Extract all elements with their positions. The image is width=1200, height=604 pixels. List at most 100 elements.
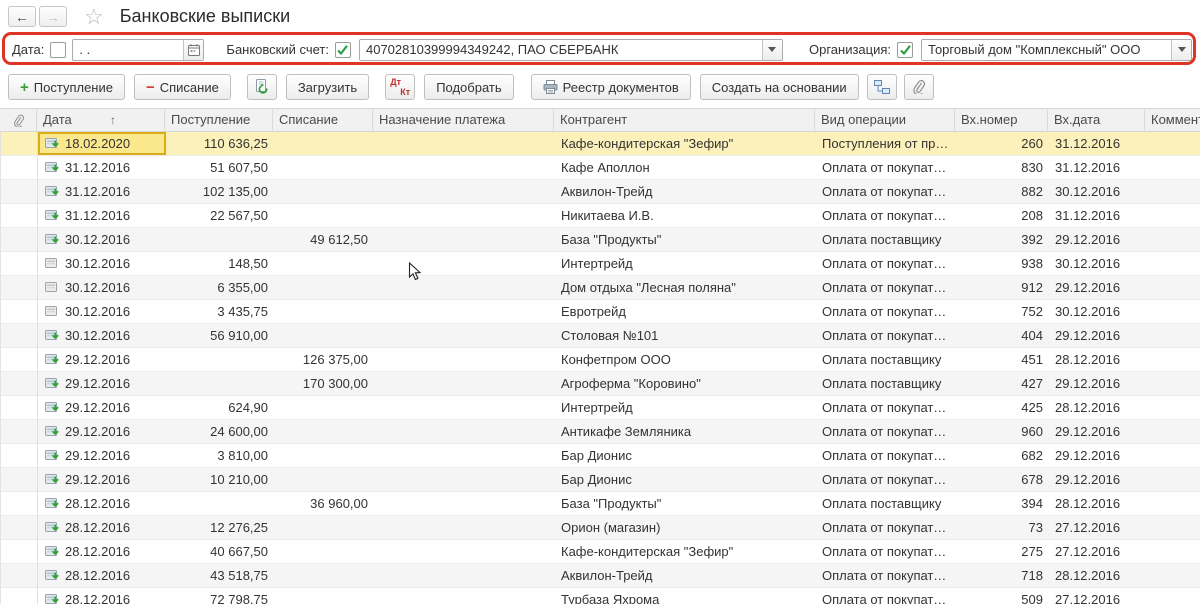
date-cell[interactable]: 28.12.2016	[38, 492, 166, 515]
comment-cell[interactable]	[1146, 132, 1200, 155]
purpose-cell[interactable]	[374, 516, 555, 539]
expense-cell[interactable]	[274, 588, 374, 604]
in-date-cell[interactable]: 29.12.2016	[1049, 372, 1146, 395]
comment-cell[interactable]	[1146, 564, 1200, 587]
in-date-cell[interactable]: 29.12.2016	[1049, 468, 1146, 491]
attachment-cell[interactable]	[1, 396, 38, 419]
date-cell[interactable]: 29.12.2016	[38, 468, 166, 491]
income-cell[interactable]: 3 435,75	[166, 300, 274, 323]
purpose-cell[interactable]	[374, 420, 555, 443]
expense-cell[interactable]	[274, 252, 374, 275]
attachment-cell[interactable]	[1, 588, 38, 604]
expense-cell[interactable]	[274, 468, 374, 491]
in-date-cell[interactable]: 30.12.2016	[1049, 252, 1146, 275]
column-header-date[interactable]: Дата ↑	[37, 109, 165, 131]
attachment-cell[interactable]	[1, 492, 38, 515]
income-cell[interactable]: 56 910,00	[166, 324, 274, 347]
date-cell[interactable]: 28.12.2016	[38, 564, 166, 587]
comment-cell[interactable]	[1146, 372, 1200, 395]
operation-cell[interactable]: Оплата от покупателя	[816, 564, 956, 587]
column-header-expense[interactable]: Списание	[273, 109, 373, 131]
table-row[interactable]: 30.12.201656 910,00Столовая №101Оплата о…	[1, 324, 1200, 348]
purpose-cell[interactable]	[374, 156, 555, 179]
comment-cell[interactable]	[1146, 324, 1200, 347]
purpose-cell[interactable]	[374, 324, 555, 347]
expense-cell[interactable]	[274, 156, 374, 179]
purpose-cell[interactable]	[374, 276, 555, 299]
income-cell[interactable]	[166, 348, 274, 371]
attachments-button[interactable]	[904, 74, 934, 100]
attachment-cell[interactable]	[1, 180, 38, 203]
operation-cell[interactable]: Оплата от покупателя	[816, 276, 956, 299]
in-number-cell[interactable]: 427	[956, 372, 1049, 395]
payee-cell[interactable]: Орион (магазин)	[555, 516, 816, 539]
table-row[interactable]: 29.12.2016126 375,00Конфетпром ООООплата…	[1, 348, 1200, 372]
attachment-cell[interactable]	[1, 276, 38, 299]
operation-cell[interactable]: Оплата от покупателя	[816, 252, 956, 275]
date-cell[interactable]: 30.12.2016	[38, 276, 166, 299]
purpose-cell[interactable]	[374, 180, 555, 203]
comment-cell[interactable]	[1146, 588, 1200, 604]
table-row[interactable]: 29.12.20163 810,00Бар ДионисОплата от по…	[1, 444, 1200, 468]
attachment-cell[interactable]	[1, 348, 38, 371]
in-number-cell[interactable]: 830	[956, 156, 1049, 179]
payee-cell[interactable]: Бар Дионис	[555, 468, 816, 491]
table-row[interactable]: 29.12.201610 210,00Бар ДионисОплата от п…	[1, 468, 1200, 492]
attachment-cell[interactable]	[1, 420, 38, 443]
date-cell[interactable]: 28.12.2016	[38, 540, 166, 563]
operation-cell[interactable]: Поступления от прод…	[816, 132, 956, 155]
date-cell[interactable]: 31.12.2016	[38, 180, 166, 203]
in-date-cell[interactable]: 29.12.2016	[1049, 324, 1146, 347]
in-date-cell[interactable]: 27.12.2016	[1049, 540, 1146, 563]
organization-combobox[interactable]: Торговый дом "Комплексный" ООО	[921, 39, 1192, 61]
expense-cell[interactable]	[274, 444, 374, 467]
purpose-cell[interactable]	[374, 492, 555, 515]
receipt-button[interactable]: + Поступление	[8, 74, 125, 100]
income-cell[interactable]: 624,90	[166, 396, 274, 419]
bank-account-checkbox[interactable]	[335, 42, 351, 58]
table-row[interactable]: 29.12.2016170 300,00Агроферма "Коровино"…	[1, 372, 1200, 396]
in-number-cell[interactable]: 73	[956, 516, 1049, 539]
in-date-cell[interactable]: 29.12.2016	[1049, 420, 1146, 443]
income-cell[interactable]	[166, 492, 274, 515]
table-row[interactable]: 29.12.201624 600,00Антикафе ЗемляникаОпл…	[1, 420, 1200, 444]
income-cell[interactable]: 3 810,00	[166, 444, 274, 467]
attachment-cell[interactable]	[1, 228, 38, 251]
attachment-cell[interactable]	[1, 468, 38, 491]
date-cell[interactable]: 29.12.2016	[38, 372, 166, 395]
operation-cell[interactable]: Оплата от покупателя	[816, 300, 956, 323]
expense-cell[interactable]	[274, 420, 374, 443]
expense-cell[interactable]: 126 375,00	[274, 348, 374, 371]
in-number-cell[interactable]: 260	[956, 132, 1049, 155]
date-cell[interactable]: 29.12.2016	[38, 444, 166, 467]
expense-cell[interactable]	[274, 180, 374, 203]
table-row[interactable]: 31.12.2016102 135,00Аквилон-ТрейдОплата …	[1, 180, 1200, 204]
create-based-on-button[interactable]: Создать на основании	[700, 74, 859, 100]
related-documents-button[interactable]	[867, 74, 897, 100]
payee-cell[interactable]: Аквилон-Трейд	[555, 564, 816, 587]
back-button[interactable]: ←	[8, 6, 36, 27]
in-number-cell[interactable]: 938	[956, 252, 1049, 275]
in-number-cell[interactable]: 678	[956, 468, 1049, 491]
forward-button[interactable]: →	[39, 6, 67, 27]
in-date-cell[interactable]: 28.12.2016	[1049, 492, 1146, 515]
in-date-cell[interactable]: 27.12.2016	[1049, 588, 1146, 604]
date-cell[interactable]: 30.12.2016	[38, 252, 166, 275]
date-cell[interactable]: 30.12.2016	[38, 300, 166, 323]
in-number-cell[interactable]: 275	[956, 540, 1049, 563]
expense-cell[interactable]	[274, 204, 374, 227]
payee-cell[interactable]: Дом отдыха "Лесная поляна"	[555, 276, 816, 299]
comment-cell[interactable]	[1146, 540, 1200, 563]
date-cell[interactable]: 29.12.2016	[38, 420, 166, 443]
column-header-operation[interactable]: Вид операции	[815, 109, 955, 131]
attachment-cell[interactable]	[1, 204, 38, 227]
table-row[interactable]: 30.12.2016148,50ИнтертрейдОплата от поку…	[1, 252, 1200, 276]
date-cell[interactable]: 29.12.2016	[38, 396, 166, 419]
comment-cell[interactable]	[1146, 420, 1200, 443]
comment-cell[interactable]	[1146, 156, 1200, 179]
payee-cell[interactable]: Кафе-кондитерская "Зефир"	[555, 540, 816, 563]
comment-cell[interactable]	[1146, 228, 1200, 251]
income-cell[interactable]: 22 567,50	[166, 204, 274, 227]
organization-checkbox[interactable]	[897, 42, 913, 58]
in-number-cell[interactable]: 451	[956, 348, 1049, 371]
